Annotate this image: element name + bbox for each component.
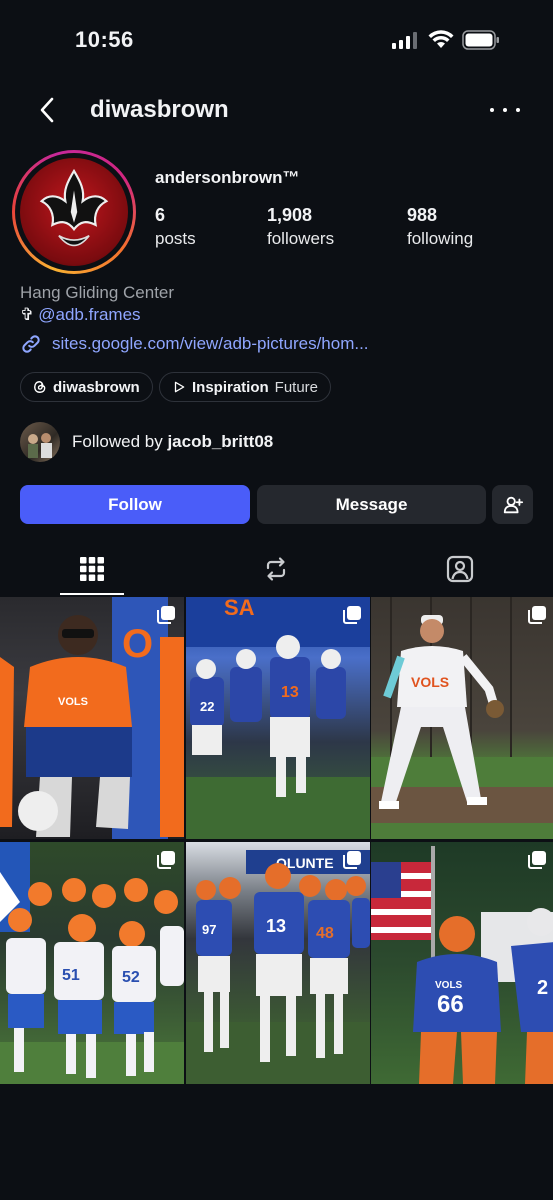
playlist-title: Inspiration: [192, 378, 269, 396]
svg-text:VOLS: VOLS: [411, 674, 449, 690]
stat-label: following: [407, 229, 474, 248]
svg-text:97: 97: [202, 922, 216, 937]
cross-glyph: ✞: [20, 305, 35, 324]
svg-text:VOLS: VOLS: [58, 696, 88, 708]
more-options-icon[interactable]: [490, 98, 520, 122]
page-title: diwasbrown: [90, 96, 229, 123]
posts-grid: O VOLS SA 13 22 VOLS 51 52 OLUNTE 13 48 …: [0, 597, 553, 1084]
stat-value: 6: [155, 205, 166, 225]
follow-button[interactable]: Follow: [20, 485, 250, 524]
wifi-icon: [428, 30, 454, 48]
svg-text:13: 13: [266, 916, 286, 936]
svg-text:2: 2: [537, 977, 548, 999]
svg-text:22: 22: [200, 699, 214, 714]
status-bar: 10:56: [0, 0, 553, 80]
mutual-follower-avatar: [20, 422, 60, 462]
repost-icon: [266, 557, 286, 581]
stat-label: posts: [155, 229, 196, 248]
post-thumbnail[interactable]: O VOLS: [0, 597, 184, 839]
post-thumbnail[interactable]: OLUNTE 13 48 97: [185, 842, 370, 1084]
carousel-icon: [342, 606, 361, 624]
carousel-icon: [528, 606, 546, 624]
mention-link[interactable]: @adb.frames: [38, 305, 140, 325]
threads-chip-label: diwasbrown: [53, 378, 140, 396]
threads-chip[interactable]: diwasbrown: [20, 372, 153, 402]
stat-value: 1,908: [267, 205, 313, 225]
carousel-icon: [528, 851, 546, 869]
story-ring[interactable]: [12, 150, 136, 274]
tab-posts-grid[interactable]: [0, 543, 184, 595]
back-arrow-icon[interactable]: [36, 96, 60, 124]
avatar-logo-icon: [39, 168, 109, 247]
followed-by-row[interactable]: Followed by jacob_britt08: [20, 422, 273, 462]
following-stat[interactable]: 988 following: [407, 205, 473, 249]
tab-reposts[interactable]: [184, 543, 368, 595]
followed-by-text: Followed by jacob_britt08: [72, 432, 273, 452]
clock: 10:56: [75, 27, 134, 52]
active-tab-indicator: [60, 593, 124, 595]
link-icon: [22, 335, 40, 353]
svg-text:SA: SA: [224, 597, 255, 620]
svg-text:52: 52: [122, 969, 140, 986]
add-user-icon: [503, 496, 523, 513]
post-thumbnail[interactable]: SA 13 22: [185, 597, 370, 839]
post-thumbnail[interactable]: 51 52: [0, 842, 184, 1084]
svg-text:51: 51: [62, 967, 80, 984]
profile-tabs: [0, 543, 553, 595]
followed-by-prefix: Followed by: [72, 432, 168, 451]
svg-text:66: 66: [437, 991, 464, 1018]
website-link[interactable]: sites.google.com/view/adb-pictures/hom..…: [20, 333, 369, 355]
svg-text:VOLS: VOLS: [435, 980, 463, 991]
carousel-icon: [157, 606, 175, 624]
website-link-text: sites.google.com/view/adb-pictures/hom..…: [52, 334, 369, 353]
stat-value: 988: [407, 205, 438, 225]
avatar: [20, 158, 128, 266]
grid-icon: [80, 557, 104, 581]
followers-stat[interactable]: 1,908 followers: [267, 205, 334, 249]
bio-line: ✞ @adb.frames: [20, 305, 141, 325]
stat-label: followers: [267, 229, 335, 248]
carousel-icon: [157, 851, 175, 869]
message-button[interactable]: Message: [257, 485, 486, 524]
display-name: andersonbrown™: [155, 168, 300, 187]
tab-tagged[interactable]: [368, 543, 552, 595]
post-thumbnail[interactable]: VOLS 66 2: [371, 842, 553, 1084]
carousel-icon: [342, 851, 361, 869]
posts-stat[interactable]: 6 posts: [155, 205, 196, 249]
play-icon: [174, 381, 185, 393]
post-thumbnail[interactable]: VOLS: [371, 597, 553, 839]
followed-by-user[interactable]: jacob_britt08: [167, 432, 273, 451]
battery-icon: [462, 30, 499, 50]
cellular-signal-icon: [392, 32, 417, 49]
suggest-users-button[interactable]: [492, 485, 533, 524]
svg-text:13: 13: [281, 684, 299, 701]
profile-header: diwasbrown: [0, 88, 553, 132]
playlist-chip[interactable]: Inspiration Future: [159, 372, 332, 402]
profile-category: Hang Gliding Center: [20, 283, 175, 302]
threads-icon: [34, 381, 46, 393]
svg-text:48: 48: [316, 925, 334, 942]
tagged-person-icon: [446, 555, 474, 583]
playlist-artist: Future: [274, 378, 319, 396]
svg-text:O: O: [122, 622, 153, 666]
